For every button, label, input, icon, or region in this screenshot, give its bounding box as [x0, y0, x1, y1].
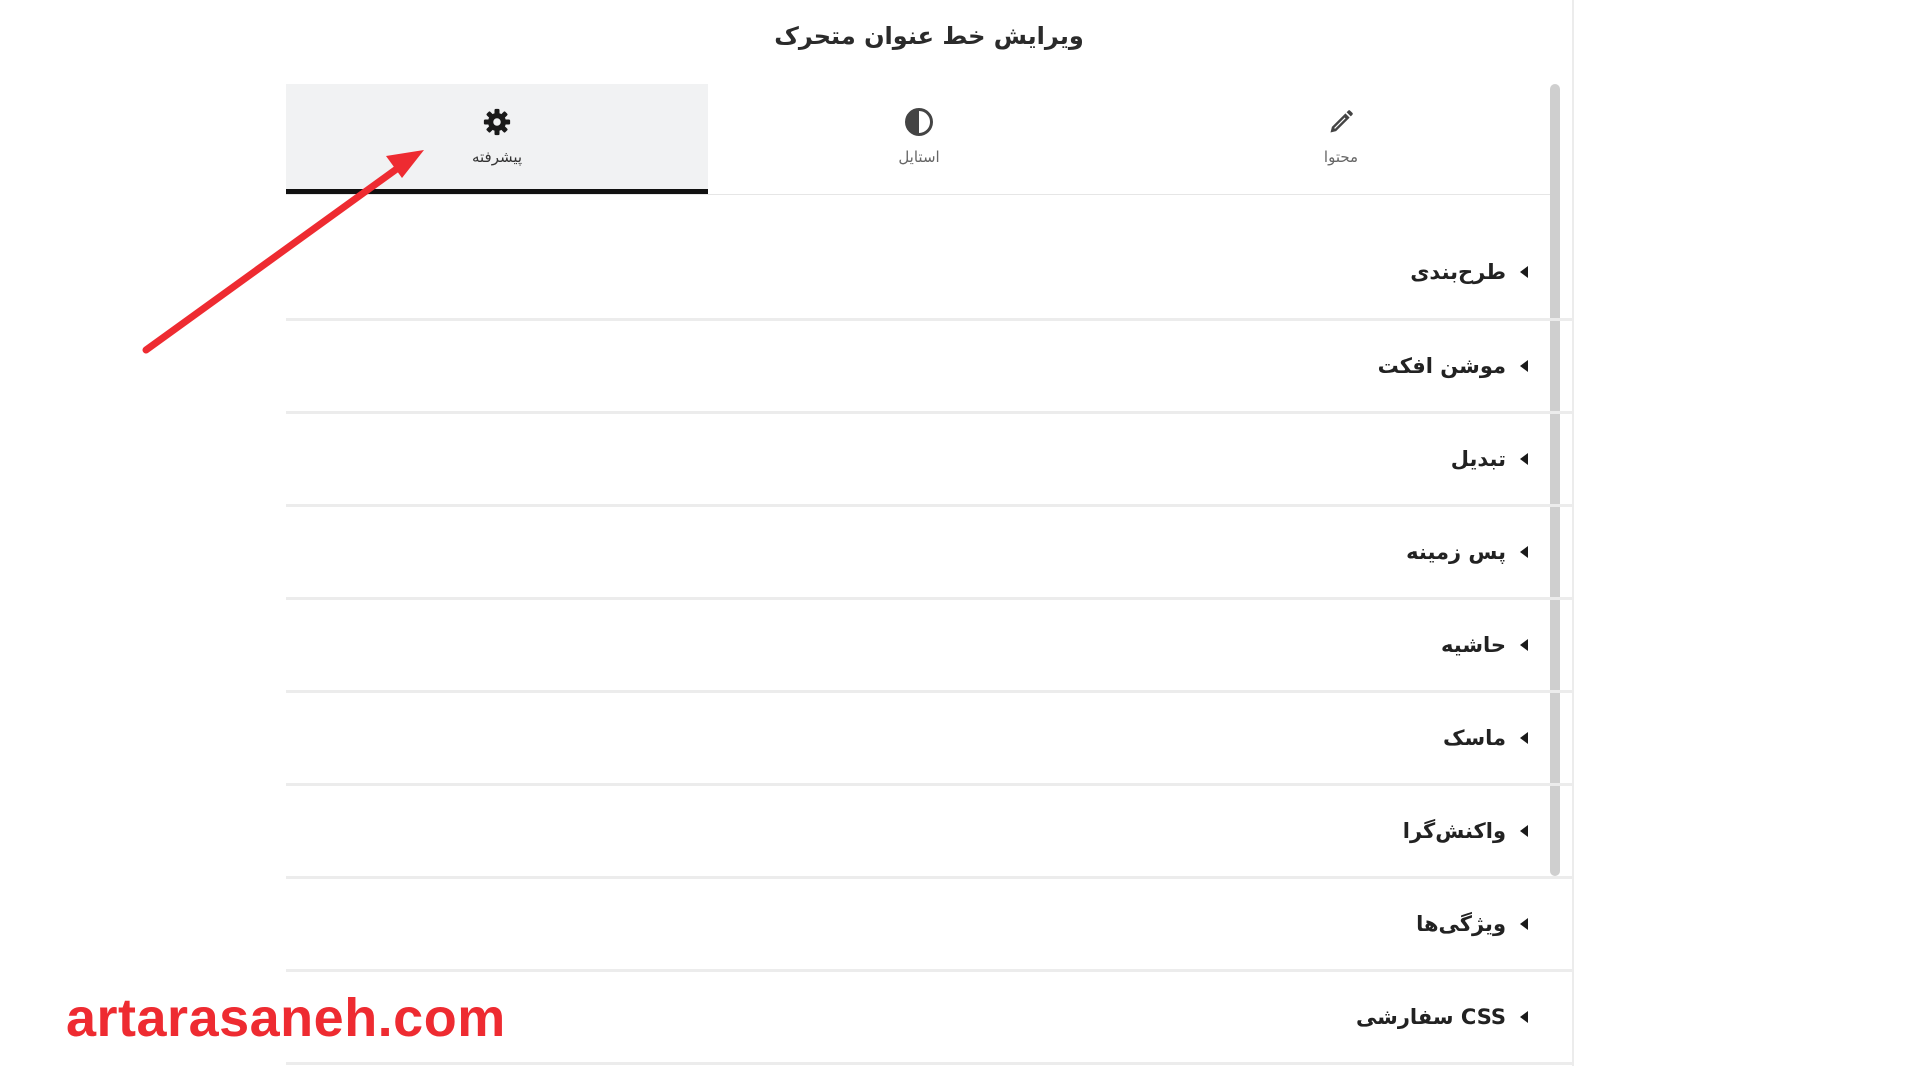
- panel-title: ویرایش خط عنوان متحرک: [774, 22, 1084, 50]
- tab-advanced[interactable]: پیشرفته: [286, 84, 708, 194]
- tab-content-label: محتوا: [1323, 148, 1359, 166]
- section-background[interactable]: پس زمینه: [286, 507, 1572, 600]
- caret-left-icon: [1520, 639, 1528, 651]
- tab-advanced-label: پیشرفته: [471, 148, 523, 166]
- section-label: موشن افکت: [1377, 354, 1506, 378]
- section-label: واکنش‌گرا: [1402, 819, 1506, 843]
- section-label: CSS سفارشی: [1355, 1005, 1506, 1029]
- tab-style[interactable]: استایل: [708, 84, 1130, 194]
- gear-icon: [481, 106, 513, 138]
- section-label: تبدیل: [1450, 447, 1506, 471]
- caret-left-icon: [1520, 1011, 1528, 1023]
- section-layout[interactable]: طرح‌بندی: [286, 225, 1572, 321]
- section-attributes[interactable]: ویژگی‌ها: [286, 879, 1572, 972]
- section-label: طرح‌بندی: [1410, 259, 1506, 284]
- section-label: ماسک: [1442, 726, 1506, 750]
- screenshot-stage: ویرایش خط عنوان متحرک محتوا استایل پیشرف…: [0, 0, 1920, 1080]
- watermark-text: artarasaneh.com: [66, 988, 506, 1048]
- tab-content[interactable]: محتوا: [1130, 84, 1552, 194]
- caret-left-icon: [1520, 265, 1528, 278]
- caret-left-icon: [1520, 360, 1528, 372]
- section-transform[interactable]: تبدیل: [286, 414, 1572, 507]
- caret-left-icon: [1520, 546, 1528, 558]
- section-mask[interactable]: ماسک: [286, 693, 1572, 786]
- tab-style-label: استایل: [898, 148, 940, 166]
- editor-panel: ویرایش خط عنوان متحرک محتوا استایل پیشرف…: [286, 0, 1574, 1066]
- section-label: ویژگی‌ها: [1416, 912, 1506, 936]
- section-list: طرح‌بندی موشن افکت تبدیل پس زمینه حاشیه …: [286, 225, 1572, 1065]
- section-motion-effects[interactable]: موشن افکت: [286, 321, 1572, 414]
- section-label: پس زمینه: [1406, 540, 1506, 564]
- pencil-icon: [1325, 106, 1357, 138]
- caret-left-icon: [1520, 825, 1528, 837]
- caret-left-icon: [1520, 918, 1528, 930]
- tab-bar: محتوا استایل پیشرفته: [286, 84, 1552, 195]
- caret-left-icon: [1520, 453, 1528, 465]
- section-label: حاشیه: [1441, 633, 1506, 657]
- section-responsive[interactable]: واکنش‌گرا: [286, 786, 1572, 879]
- section-border[interactable]: حاشیه: [286, 600, 1572, 693]
- contrast-icon: [903, 106, 935, 138]
- caret-left-icon: [1520, 732, 1528, 744]
